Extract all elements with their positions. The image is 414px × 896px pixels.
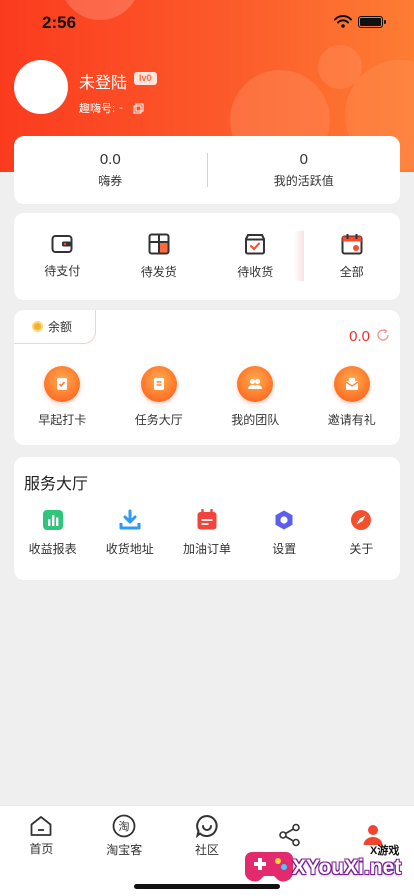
service-item-address[interactable]: 收货地址 xyxy=(91,509,168,557)
system-icons xyxy=(334,15,386,28)
taobao-icon: 淘 xyxy=(112,814,136,838)
service-card: 服务大厅 收益报表 收货地址 加油订单 设置 关于 xyxy=(14,457,400,580)
package-icon xyxy=(148,233,170,255)
wallet-item-label: 任务大厅 xyxy=(134,413,183,427)
task-icon xyxy=(140,366,177,402)
wallet-icon xyxy=(51,235,73,253)
fuel-calendar-icon xyxy=(197,509,217,530)
stat-activity[interactable]: 0 我的活跃值 xyxy=(208,136,401,204)
stats-card: 0.0 嗨券 0 我的活跃值 xyxy=(14,136,400,204)
wifi-icon xyxy=(334,15,352,28)
gift-mail-icon xyxy=(333,366,370,402)
status-bar: 2:56 xyxy=(0,0,414,46)
status-time: 2:56 xyxy=(42,13,77,32)
team-icon xyxy=(237,366,274,402)
decor-shadow xyxy=(294,231,304,281)
order-pending-payment[interactable]: 待支付 xyxy=(14,213,111,300)
balance-label: 余额 xyxy=(48,320,73,334)
box-check-icon xyxy=(245,234,266,255)
stat-value: 0.0 xyxy=(99,151,121,168)
order-all[interactable]: 全部 xyxy=(304,213,401,300)
user-id-row: 趣嗨号: - xyxy=(79,100,144,116)
calendar-icon xyxy=(341,234,363,255)
chart-icon xyxy=(42,510,63,530)
user-id-label: 趣嗨号: xyxy=(79,103,116,115)
download-icon xyxy=(119,509,141,530)
wallet-shortcuts: 早起打卡 任务大厅 我的团队 邀请有礼 xyxy=(14,366,400,428)
wallet-item-invite[interactable]: 邀请有礼 xyxy=(304,366,401,428)
refresh-icon[interactable] xyxy=(376,328,390,342)
stat-value: 0 xyxy=(299,151,308,168)
tab-label: 社区 xyxy=(194,843,219,857)
svg-text:淘: 淘 xyxy=(119,820,130,833)
order-label: 全部 xyxy=(339,265,364,279)
avatar[interactable] xyxy=(14,60,68,114)
service-item-label: 设置 xyxy=(272,542,297,556)
checkin-icon xyxy=(44,366,81,402)
order-pending-shipment[interactable]: 待发货 xyxy=(111,213,208,300)
wallet-item-label: 我的团队 xyxy=(231,413,280,427)
battery-icon xyxy=(358,15,386,28)
tab-home[interactable]: 首页 xyxy=(0,806,83,866)
tab-label: 首页 xyxy=(29,842,54,856)
level-badge: lv0 xyxy=(134,72,157,85)
service-item-fuel-orders[interactable]: 加油订单 xyxy=(168,509,245,557)
order-label: 待发货 xyxy=(140,265,177,279)
order-label: 待支付 xyxy=(44,264,81,278)
chat-icon xyxy=(195,814,218,838)
wallet-item-team[interactable]: 我的团队 xyxy=(207,366,304,428)
service-title: 服务大厅 xyxy=(24,476,89,493)
watermark: X游戏 XYouXi.net xyxy=(238,828,414,896)
compass-icon xyxy=(351,510,372,530)
watermark-text: XYouXi.net xyxy=(292,856,402,879)
coin-icon xyxy=(32,321,43,332)
service-shortcuts: 收益报表 收货地址 加油订单 设置 关于 xyxy=(14,509,400,557)
copy-icon[interactable] xyxy=(133,103,144,114)
settings-icon xyxy=(275,510,293,530)
wallet-item-label: 邀请有礼 xyxy=(327,413,376,427)
gamepad-icon xyxy=(245,852,293,882)
stat-label: 嗨券 xyxy=(98,174,123,188)
tab-taobaoke[interactable]: 淘 淘宝客 xyxy=(83,806,166,866)
username[interactable]: 未登陆 xyxy=(79,69,127,93)
order-pending-receipt[interactable]: 待收货 xyxy=(207,213,304,300)
wallet-item-label: 早起打卡 xyxy=(38,413,87,427)
service-item-earnings[interactable]: 收益报表 xyxy=(14,509,91,557)
tab-community[interactable]: 社区 xyxy=(166,806,249,866)
balance-tab[interactable]: 余额 xyxy=(14,310,96,344)
wallet-card: 余额 0.0 早起打卡 任务大厅 我的团队 邀请有礼 xyxy=(14,310,400,445)
wallet-item-tasks[interactable]: 任务大厅 xyxy=(111,366,208,428)
balance-amount: 0.0 xyxy=(349,328,370,345)
user-id-value: - xyxy=(119,102,123,114)
orders-card: 待支付 待发货 待收货 全部 xyxy=(14,213,400,300)
service-item-settings[interactable]: 设置 xyxy=(246,509,323,557)
service-item-label: 收益报表 xyxy=(28,542,77,556)
tab-label: 淘宝客 xyxy=(106,843,143,857)
service-item-label: 关于 xyxy=(349,542,374,556)
stat-coupon[interactable]: 0.0 嗨券 xyxy=(14,136,207,204)
service-item-about[interactable]: 关于 xyxy=(323,509,400,557)
order-label: 待收货 xyxy=(237,265,274,279)
wallet-item-checkin[interactable]: 早起打卡 xyxy=(14,366,111,428)
stat-label: 我的活跃值 xyxy=(273,174,334,188)
service-item-label: 收货地址 xyxy=(105,542,154,556)
home-icon xyxy=(30,816,52,836)
service-item-label: 加油订单 xyxy=(183,542,232,556)
